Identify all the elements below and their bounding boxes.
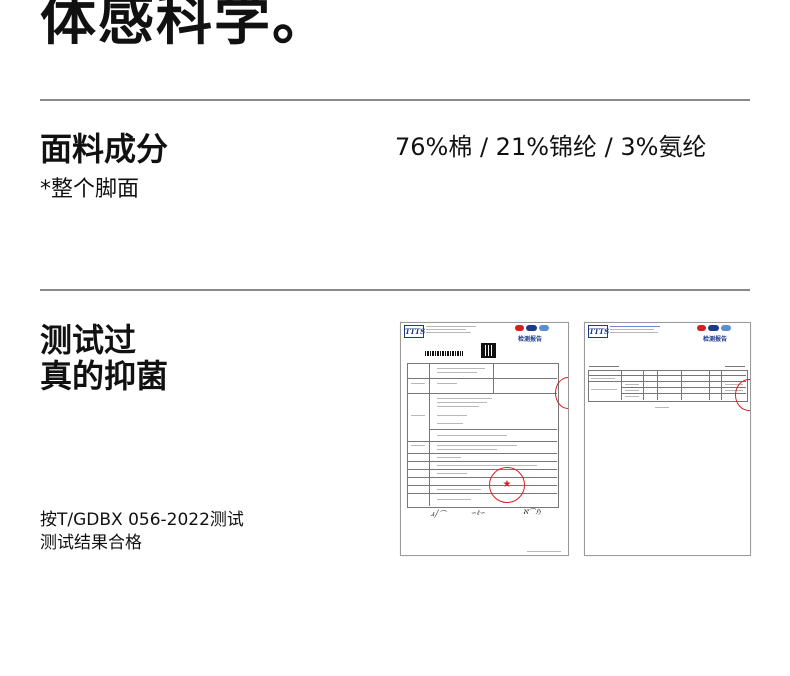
cert-badge-blue (539, 325, 549, 331)
edge-stamp (735, 379, 750, 411)
table-text (437, 383, 457, 384)
table-col (681, 370, 682, 400)
table-col (709, 370, 710, 400)
cert-badge-blue (526, 325, 537, 331)
qr-code (481, 343, 496, 358)
test-standard-line1: 按T/GDBX 056-2022测试 (40, 510, 244, 530)
table-row (621, 387, 746, 388)
table-text (437, 465, 537, 466)
test-report-page-2: TTTS 检测报告 (584, 322, 751, 556)
report-header-text (610, 329, 654, 330)
signature: ⅎ╱⌒ (431, 510, 446, 518)
table-text (437, 445, 517, 446)
table-col (657, 370, 658, 400)
report-header-text (426, 326, 476, 327)
signature: ℵ⌒ℌ (523, 508, 541, 516)
official-stamp: ★ (489, 467, 525, 503)
report-header-text (610, 332, 658, 333)
report-title: 检测报告 (703, 336, 728, 343)
table-text (437, 406, 479, 407)
table-row (407, 441, 557, 442)
report-id-text (589, 366, 619, 367)
table-row (407, 453, 557, 454)
table-col (721, 370, 722, 400)
signature: ∽ℓ∽ (471, 509, 486, 517)
table-text (437, 489, 481, 490)
barcode (425, 351, 463, 356)
report-logo: TTTS (404, 325, 426, 338)
table-footer-text (655, 407, 669, 408)
fabric-heading: 面料成分 (40, 130, 169, 168)
table-text (591, 378, 615, 379)
test-report-page-1: TTTS 检测报告 ★ ⅎ╱⌒ ∽ℓ∽ ℵ⌒ℌ (400, 322, 569, 556)
table-text (625, 396, 639, 397)
table-text (625, 384, 639, 385)
table-text (437, 473, 467, 474)
table-text (411, 445, 425, 446)
table-text (437, 415, 467, 416)
table-text (591, 389, 617, 390)
report-title: 检测报告 (518, 336, 543, 343)
table-text (411, 383, 425, 384)
table-col (621, 370, 622, 400)
table-row (407, 485, 557, 486)
table-text (437, 372, 477, 373)
cert-badge-red (697, 325, 706, 331)
report-page-text (725, 366, 745, 367)
table-row (588, 381, 746, 382)
report-logo: TTTS (588, 325, 610, 338)
table-row (407, 469, 557, 470)
table-col (643, 370, 644, 400)
report-header-text (426, 332, 471, 333)
cert-badge-red (515, 325, 524, 331)
cert-badge-blue (721, 325, 731, 331)
antibacterial-heading-line2: 真的抑菌 (40, 357, 169, 395)
table-row (588, 375, 746, 376)
table-row (407, 461, 557, 462)
table-text (625, 390, 639, 391)
report-header-text (610, 326, 660, 327)
table-row (429, 429, 557, 430)
divider-top (40, 99, 750, 101)
fabric-note: *整个脚面 (40, 177, 140, 202)
table-row (407, 378, 557, 379)
table-text (437, 368, 485, 369)
report-footer-text (527, 551, 561, 552)
antibacterial-heading-line1: 测试过 (40, 321, 137, 359)
divider-middle (40, 289, 750, 291)
table-text (437, 402, 487, 403)
cert-badge-blue (708, 325, 719, 331)
table-text (411, 415, 425, 416)
table-text (437, 435, 507, 436)
table-row (407, 477, 557, 478)
table-text (437, 499, 471, 500)
table-row (407, 393, 557, 394)
table-row (621, 393, 746, 394)
fabric-composition: 76%棉 / 21%锦纶 / 3%氨纶 (395, 133, 707, 161)
table-text (437, 449, 497, 450)
table-text (437, 398, 492, 399)
table-text (437, 423, 463, 424)
test-result-line2: 测试结果合格 (40, 533, 142, 553)
table-text (437, 457, 461, 458)
table-row (407, 493, 557, 494)
report-header-text (426, 329, 466, 330)
hero-title: 体感科学。 (40, 0, 330, 53)
